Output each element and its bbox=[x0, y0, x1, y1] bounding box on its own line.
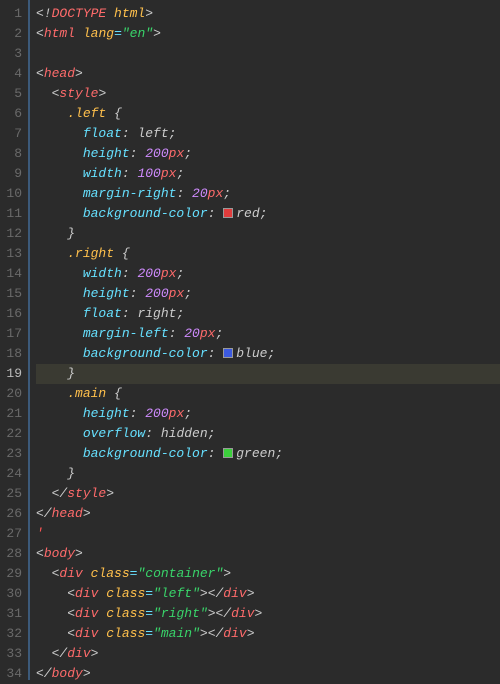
code-line: </style> bbox=[36, 484, 500, 504]
color-swatch-green bbox=[223, 448, 233, 458]
code-line: </body> bbox=[36, 664, 500, 684]
code-line: <head> bbox=[36, 64, 500, 84]
line-number: 30 bbox=[0, 584, 22, 604]
line-number: 6 bbox=[0, 104, 22, 124]
color-swatch-red bbox=[223, 208, 233, 218]
line-number: 18 bbox=[0, 344, 22, 364]
code-line: .main { bbox=[36, 384, 500, 404]
line-number: 34 bbox=[0, 664, 22, 684]
code-area[interactable]: <!DOCTYPE html> <html lang="en"> <head> … bbox=[30, 0, 500, 680]
code-line: .left { bbox=[36, 104, 500, 124]
code-line: height: 200px; bbox=[36, 404, 500, 424]
line-number: 12 bbox=[0, 224, 22, 244]
line-number: 23 bbox=[0, 444, 22, 464]
line-number: 17 bbox=[0, 324, 22, 344]
code-line: <style> bbox=[36, 84, 500, 104]
code-line: background-color: blue; bbox=[36, 344, 500, 364]
line-number: 1 bbox=[0, 4, 22, 24]
code-line: float: right; bbox=[36, 304, 500, 324]
line-number: 14 bbox=[0, 264, 22, 284]
code-line bbox=[36, 44, 500, 64]
line-number: 4 bbox=[0, 64, 22, 84]
line-number: 5 bbox=[0, 84, 22, 104]
code-line: </head> bbox=[36, 504, 500, 524]
code-line: <!DOCTYPE html> bbox=[36, 4, 500, 24]
code-line: .right { bbox=[36, 244, 500, 264]
code-line: <div class="left"></div> bbox=[36, 584, 500, 604]
line-number: 29 bbox=[0, 564, 22, 584]
code-line: margin-right: 20px; bbox=[36, 184, 500, 204]
code-line: height: 200px; bbox=[36, 144, 500, 164]
code-line: <div class="main"></div> bbox=[36, 624, 500, 644]
code-line: width: 100px; bbox=[36, 164, 500, 184]
line-number: 15 bbox=[0, 284, 22, 304]
line-number: 24 bbox=[0, 464, 22, 484]
line-number: 19 bbox=[0, 364, 22, 384]
code-line: height: 200px; bbox=[36, 284, 500, 304]
line-number: 7 bbox=[0, 124, 22, 144]
line-number: 26 bbox=[0, 504, 22, 524]
line-number: 25 bbox=[0, 484, 22, 504]
line-number: 8 bbox=[0, 144, 22, 164]
line-number: 32 bbox=[0, 624, 22, 644]
line-number: 3 bbox=[0, 44, 22, 64]
line-number-gutter: 1234567891011121314151617181920212223242… bbox=[0, 0, 28, 680]
code-line: ' bbox=[36, 524, 500, 544]
line-number: 33 bbox=[0, 644, 22, 664]
line-number: 16 bbox=[0, 304, 22, 324]
line-number: 13 bbox=[0, 244, 22, 264]
code-line: background-color: green; bbox=[36, 444, 500, 464]
code-line: margin-left: 20px; bbox=[36, 324, 500, 344]
code-line-active: } bbox=[36, 364, 500, 384]
line-number: 31 bbox=[0, 604, 22, 624]
code-line: <div class="container"> bbox=[36, 564, 500, 584]
color-swatch-blue bbox=[223, 348, 233, 358]
code-line: } bbox=[36, 224, 500, 244]
code-line: overflow: hidden; bbox=[36, 424, 500, 444]
line-number: 2 bbox=[0, 24, 22, 44]
code-line: float: left; bbox=[36, 124, 500, 144]
code-line: <body> bbox=[36, 544, 500, 564]
line-number: 9 bbox=[0, 164, 22, 184]
code-editor[interactable]: 1234567891011121314151617181920212223242… bbox=[0, 0, 500, 680]
code-line: } bbox=[36, 464, 500, 484]
code-line: <div class="right"></div> bbox=[36, 604, 500, 624]
line-number: 10 bbox=[0, 184, 22, 204]
line-number: 28 bbox=[0, 544, 22, 564]
code-line: background-color: red; bbox=[36, 204, 500, 224]
line-number: 22 bbox=[0, 424, 22, 444]
line-number: 27 bbox=[0, 524, 22, 544]
code-line: <html lang="en"> bbox=[36, 24, 500, 44]
line-number: 11 bbox=[0, 204, 22, 224]
line-number: 20 bbox=[0, 384, 22, 404]
line-number: 21 bbox=[0, 404, 22, 424]
code-line: width: 200px; bbox=[36, 264, 500, 284]
code-line: </div> bbox=[36, 644, 500, 664]
